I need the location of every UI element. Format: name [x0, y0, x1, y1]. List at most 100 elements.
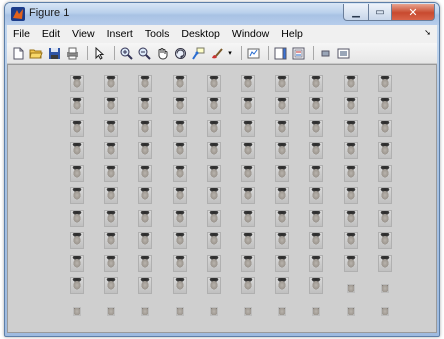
toolbar-separator: [241, 46, 242, 60]
toolbar-separator: [114, 46, 115, 60]
face-thumbnail: [172, 97, 187, 114]
face-thumbnail: [343, 119, 358, 137]
window-title: Figure 1: [29, 7, 70, 19]
new-figure-icon[interactable]: [11, 46, 25, 60]
brush-dropdown-arrow-icon[interactable]: ▾: [227, 46, 233, 60]
show-plot-tools-icon[interactable]: [336, 46, 350, 60]
face-thumbnail: [312, 306, 321, 316]
hide-plot-tools-icon[interactable]: [318, 46, 332, 60]
save-icon[interactable]: [47, 46, 61, 60]
face-thumbnail: [309, 187, 324, 204]
maximize-button[interactable]: ▭: [369, 4, 392, 21]
face-thumbnail: [172, 142, 187, 159]
pan-hand-icon[interactable]: [155, 46, 169, 60]
face-thumbnail: [138, 187, 153, 204]
face-thumbnail: [278, 306, 287, 316]
face-thumbnail: [377, 74, 392, 92]
legend-icon[interactable]: [291, 46, 305, 60]
open-file-icon[interactable]: [29, 46, 43, 60]
face-thumbnail: [206, 74, 221, 92]
face-thumbnail: [343, 164, 358, 182]
face-thumbnail: [275, 277, 290, 294]
face-thumbnail: [241, 187, 255, 204]
face-thumbnail: [70, 142, 84, 159]
face-thumbnail: [309, 142, 324, 159]
minimize-button[interactable]: ▁: [343, 4, 369, 21]
menu-tools[interactable]: Tools: [139, 28, 176, 40]
face-thumbnail: [275, 232, 290, 249]
menu-window[interactable]: Window: [226, 28, 275, 40]
face-thumbnail: [206, 232, 221, 249]
menu-desktop[interactable]: Desktop: [175, 28, 226, 40]
face-thumbnail: [241, 119, 255, 137]
menu-edit[interactable]: Edit: [36, 28, 66, 40]
face-thumbnail: [104, 209, 119, 227]
edit-plot-arrow-icon[interactable]: [92, 46, 106, 60]
face-thumbnail: [138, 164, 153, 182]
face-thumbnail: [70, 74, 84, 92]
face-thumbnail: [104, 277, 119, 294]
face-thumbnail: [104, 164, 119, 182]
face-thumbnail: [175, 306, 184, 316]
face-thumbnail: [206, 187, 221, 204]
face-thumbnail: [172, 164, 187, 182]
face-thumbnail: [70, 97, 84, 114]
face-thumbnail: [275, 254, 290, 272]
face-thumbnail: [209, 306, 218, 316]
face-thumbnail: [380, 284, 389, 293]
face-thumbnail: [104, 187, 119, 204]
face-thumbnail: [275, 74, 290, 92]
face-thumbnail: [346, 284, 355, 293]
title-bar[interactable]: Figure 1 ▁ ▭ ✕: [5, 3, 439, 25]
face-thumbnail: [70, 164, 84, 182]
rotate-3d-icon[interactable]: [173, 46, 187, 60]
figure-canvas[interactable]: [7, 64, 437, 333]
toolbar-separator: [268, 46, 269, 60]
face-thumbnail: [309, 277, 324, 294]
face-thumbnail: [104, 74, 119, 92]
face-thumbnail: [377, 119, 392, 137]
colorbar-icon[interactable]: [273, 46, 287, 60]
face-thumbnail: [70, 187, 84, 204]
print-icon[interactable]: [65, 46, 79, 60]
menu-bar: File Edit View Insert Tools Desktop Wind…: [7, 25, 437, 43]
menu-overflow-arrow-icon[interactable]: ➘: [424, 28, 431, 37]
face-thumbnail: [70, 119, 84, 137]
face-thumbnail: [275, 209, 290, 227]
menu-help[interactable]: Help: [275, 28, 309, 40]
face-thumbnail: [206, 142, 221, 159]
face-thumbnail: [104, 97, 119, 114]
face-thumbnail: [241, 277, 255, 294]
zoom-in-icon[interactable]: [119, 46, 133, 60]
face-thumbnail: [241, 164, 255, 182]
figure-toolbar: ▾: [7, 43, 437, 64]
link-plot-icon[interactable]: [246, 46, 260, 60]
face-thumbnail: [309, 97, 324, 114]
menu-file[interactable]: File: [7, 28, 36, 40]
face-thumbnail: [70, 277, 84, 294]
face-thumbnail: [206, 277, 221, 294]
menu-insert[interactable]: Insert: [101, 28, 139, 40]
maximize-icon: ▭: [375, 6, 385, 18]
zoom-out-icon[interactable]: [137, 46, 151, 60]
menu-view[interactable]: View: [66, 28, 101, 40]
face-thumbnail: [138, 97, 153, 114]
face-thumbnail: [377, 254, 392, 272]
face-thumbnail: [346, 306, 355, 316]
face-thumbnail: [309, 164, 324, 182]
face-thumbnail: [141, 306, 150, 316]
face-thumbnail: [343, 209, 358, 227]
face-thumbnail: [172, 74, 187, 92]
face-thumbnail: [377, 209, 392, 227]
face-thumbnail: [309, 254, 324, 272]
face-thumbnail: [241, 142, 255, 159]
brush-icon[interactable]: [209, 46, 223, 60]
face-thumbnail: [206, 119, 221, 137]
face-thumbnail: [172, 254, 187, 272]
face-thumbnail: [138, 232, 153, 249]
data-cursor-icon[interactable]: [191, 46, 205, 60]
close-button[interactable]: ✕: [392, 4, 435, 21]
face-thumbnail: [104, 142, 119, 159]
face-thumbnail: [172, 232, 187, 249]
minimize-icon: ▁: [352, 6, 360, 18]
